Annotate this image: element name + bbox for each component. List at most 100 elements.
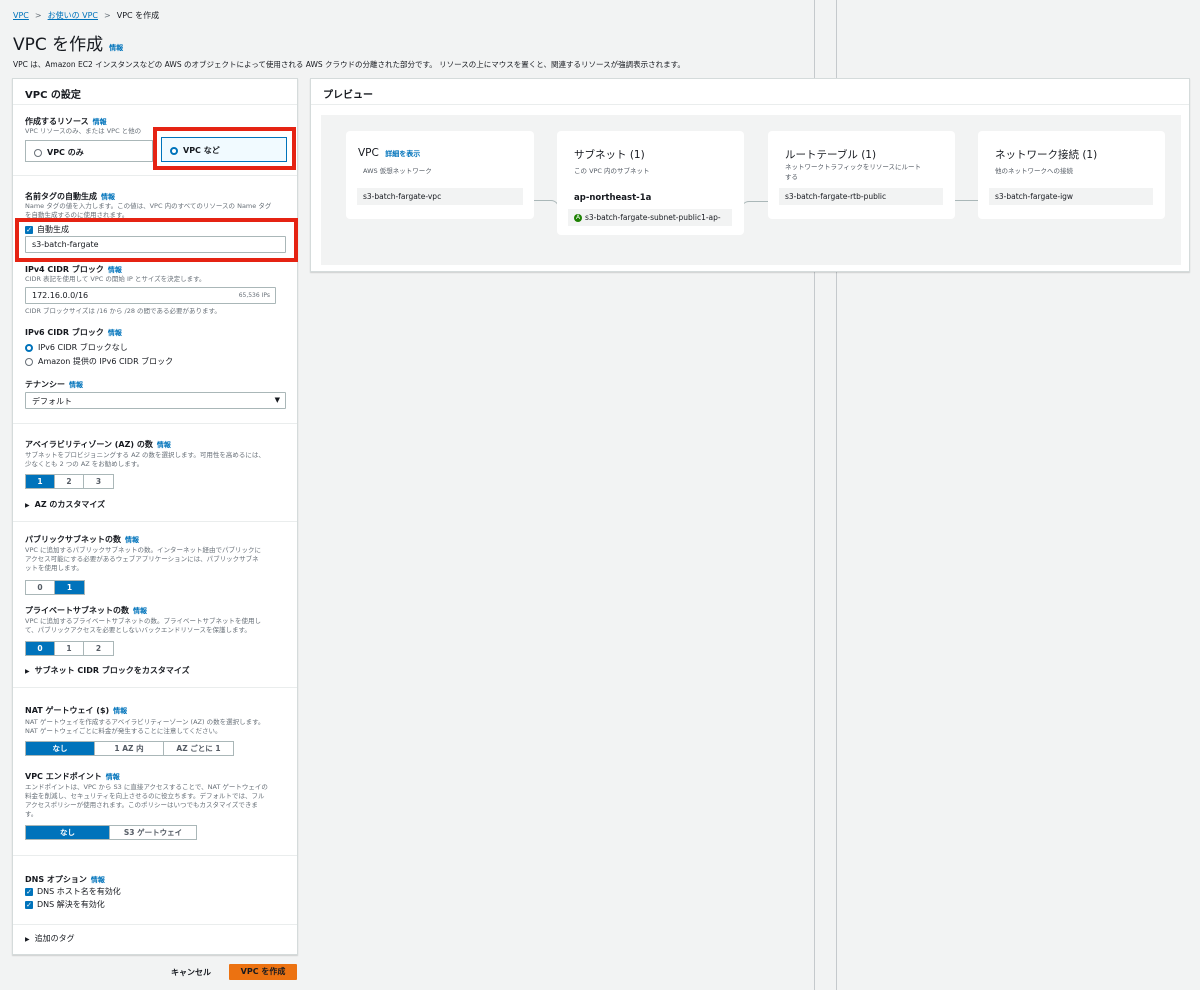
nat-option-none[interactable]: なし [26,742,95,755]
vpc-resource-chip[interactable]: s3-batch-fargate-vpc [357,188,523,205]
radio-icon [34,148,42,157]
resources-option-vpc-etc[interactable]: VPC など [161,137,287,162]
endpoint-hint-3: アクセスポリシーが使用されます。このポリシーはいつでもカスタマイズできま [25,801,258,809]
divider [13,423,297,424]
az-hint-2: 少なくとも 2 つの AZ をお勧めします。 [25,460,144,468]
nat-option-per-az[interactable]: AZ ごとに 1 [164,742,233,755]
preview-diagram: VPC 詳細を表示 AWS 仮想ネットワーク s3-batch-fargate-… [321,115,1181,265]
subnet-az-name: ap-northeast-1a [574,193,652,203]
az-customize-toggle[interactable]: ▶ AZ のカスタマイズ [25,499,105,510]
divider [13,687,297,688]
name-tag-info-link[interactable]: 情報 [101,193,115,201]
radio-icon [25,357,33,366]
ipv4-cidr-input[interactable]: 172.16.0.0/16 65,536 IPs [25,287,276,304]
subnet-card-title: サブネット (1) [574,149,645,161]
vpc-card-subtitle: AWS 仮想ネットワーク [363,167,432,175]
ipv4-ip-count: 65,536 IPs [238,292,270,299]
settings-title: VPC の設定 [13,79,297,105]
caret-right-icon: ▶ [25,936,30,943]
endpoint-hint-4: す。 [25,810,38,818]
cancel-button[interactable]: キャンセル [171,967,211,978]
ipv4-hint: CIDR 表記を使用して VPC の開始 IP とサイズを決定します。 [25,275,206,283]
route-card-title: ルートテーブル (1) [785,149,877,161]
breadcrumb-current: VPC を作成 [116,11,160,20]
public-subnets-hint-3: ットを使用します。 [25,564,83,572]
public-subnets-label: パブリックサブネットの数 情報 [25,535,139,544]
ipv4-info-link[interactable]: 情報 [108,266,122,274]
nat-info-link[interactable]: 情報 [113,707,127,715]
public-subnets-option-1[interactable]: 1 [55,581,84,594]
status-ok-icon: A [574,214,582,222]
tenancy-info-link[interactable]: 情報 [69,381,83,389]
auto-generate-checkbox[interactable]: ✓ 自動生成 [25,224,69,235]
resources-label: 作成するリソース 情報 [25,117,107,126]
caret-right-icon: ▶ [25,668,30,675]
additional-tags-toggle[interactable]: ▶ 追加のタグ [25,933,75,944]
ipv4-constraint: CIDR ブロックサイズは /16 から /28 の間である必要があります。 [25,307,221,315]
breadcrumb-vpc[interactable]: VPC [13,11,29,20]
private-subnets-option-1[interactable]: 1 [55,642,84,655]
endpoint-info-link[interactable]: 情報 [106,773,120,781]
tenancy-select[interactable]: デフォルト ▼ [25,392,286,409]
az-option-2[interactable]: 2 [55,475,84,488]
az-option-1[interactable]: 1 [26,475,55,488]
private-subnets-option-0[interactable]: 0 [26,642,55,655]
resources-hint: VPC リソースのみ、または VPC と他の [25,127,142,135]
network-card-title: ネットワーク接続 (1) [995,149,1098,161]
radio-selected-icon [170,146,178,155]
az-info-link[interactable]: 情報 [157,441,171,449]
network-resource-chip[interactable]: s3-batch-fargate-igw [989,188,1153,205]
tenancy-label: テナンシー 情報 [25,380,83,389]
az-hint-1: サブネットをプロビジョニングする AZ の数を選択します。可用性を高めるには、 [25,451,265,459]
preview-title: プレビュー [311,79,1189,105]
name-tag-input[interactable]: s3-batch-fargate [25,236,286,253]
ipv4-label: IPv4 CIDR ブロック 情報 [25,265,122,274]
route-card-subtitle-2: する [785,173,798,181]
az-option-3[interactable]: 3 [84,475,113,488]
public-subnets-option-0[interactable]: 0 [26,581,55,594]
private-subnets-option-2[interactable]: 2 [84,642,113,655]
subnet-card-subtitle: この VPC 内のサブネット [574,167,650,175]
page-title: VPC を作成 [13,35,104,55]
subnet-resource-chip[interactable]: As3-batch-fargate-subnet-public1-ap- [568,209,732,226]
resources-info-link[interactable]: 情報 [93,118,107,126]
caret-down-icon: ▼ [274,396,280,404]
ipv6-info-link[interactable]: 情報 [108,329,122,337]
route-card-subtitle-1: ネットワークトラフィックをリソースにルート [785,163,922,171]
endpoint-option-none[interactable]: なし [26,826,110,839]
dns-label: DNS オプション 情報 [25,875,105,884]
subnet-cidr-customize-toggle[interactable]: ▶ サブネット CIDR ブロックをカスタマイズ [25,665,190,676]
dns-hostnames-checkbox[interactable]: ✓ DNS ホスト名を有効化 [25,886,121,897]
private-subnets-info-link[interactable]: 情報 [133,607,147,615]
az-count-selector: 1 2 3 [25,474,114,489]
checkbox-checked-icon: ✓ [25,225,33,234]
public-subnets-info-link[interactable]: 情報 [125,536,139,544]
connector-vpc-subnet [531,200,559,212]
private-subnets-hint-2: て、パブリックアクセスを必要としないバックエンドリソースを保護します。 [25,626,251,634]
vpc-card-title: VPC 詳細を表示 [358,147,421,159]
endpoint-hint-1: エンドポイントは、VPC から S3 に直接アクセスすることで、NAT ゲートウ… [25,783,268,791]
divider [13,924,297,925]
page-title-row: VPC を作成 情報 [13,30,123,55]
az-label: アベイラビリティゾーン (AZ) の数 情報 [25,440,171,449]
endpoint-option-s3[interactable]: S3 ゲートウェイ [110,826,196,839]
ipv6-option-none[interactable]: IPv6 CIDR ブロックなし [25,342,128,353]
network-card-subtitle: 他のネットワークへの接続 [995,167,1073,175]
public-subnets-selector: 0 1 [25,580,85,595]
resources-option-vpc-only[interactable]: VPC のみ [25,140,153,162]
page-info-link[interactable]: 情報 [109,43,123,53]
private-subnets-hint-1: VPC に追加するプライベートサブネットの数。プライベートサブネットを使用し [25,617,261,625]
vpc-settings-panel: VPC の設定 作成するリソース 情報 VPC リソースのみ、または VPC と他… [12,78,298,955]
page-description: VPC は、Amazon EC2 インスタンスなどの AWS のオブジェクトによ… [13,60,685,69]
ipv6-option-amazon[interactable]: Amazon 提供の IPv6 CIDR ブロック [25,356,173,367]
nat-gateway-selector: なし 1 AZ 内 AZ ごとに 1 [25,741,234,756]
public-subnets-hint-1: VPC に追加するパブリックサブネットの数。インターネット経由でパブリックに [25,546,261,554]
vpc-detail-link[interactable]: 詳細を表示 [385,150,420,158]
dns-resolution-checkbox[interactable]: ✓ DNS 解決を有効化 [25,899,105,910]
dns-info-link[interactable]: 情報 [91,876,105,884]
route-resource-chip[interactable]: s3-batch-fargate-rtb-public [779,188,943,205]
breadcrumb-your-vpcs[interactable]: お使いの VPC [48,10,98,21]
nat-hint-1: NAT ゲートウェイを作成するアベイラビリティーゾーン (AZ) の数を選択しま… [25,718,265,726]
create-vpc-button[interactable]: VPC を作成 [229,964,297,980]
nat-option-1az[interactable]: 1 AZ 内 [95,742,164,755]
